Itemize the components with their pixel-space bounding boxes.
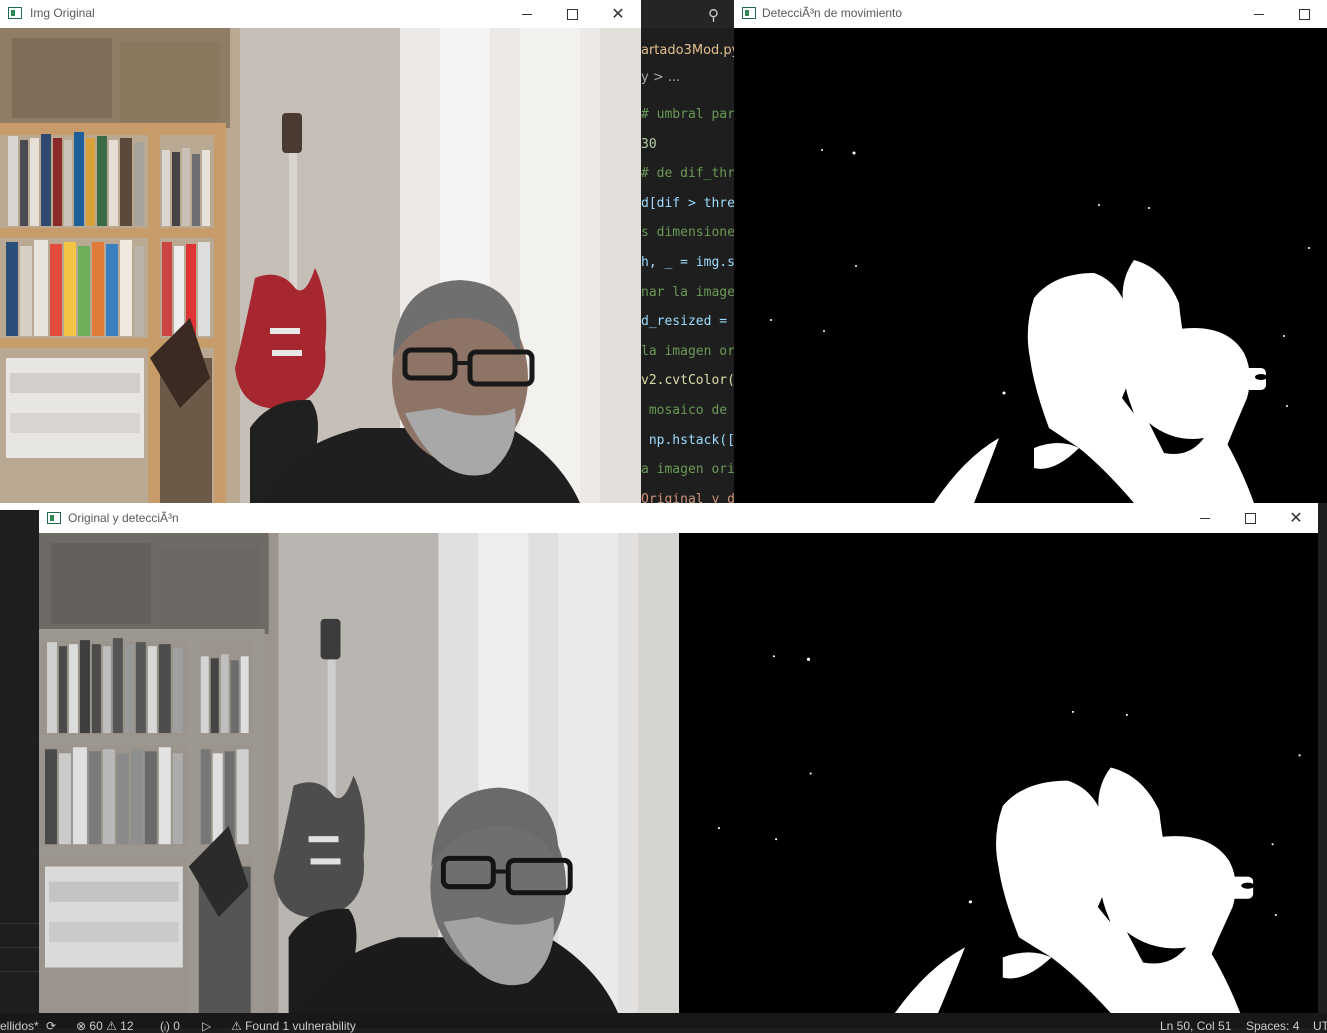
title-bar[interactable]: DetecciÃ³n de movimiento: [734, 0, 1327, 28]
status-bar: ellidos* ⟳ ⊗ 60 ⚠ 12 (ᵢ) 0 ▷ ⚠ Found 1 v…: [0, 1013, 1327, 1033]
minimize-button[interactable]: [1236, 0, 1282, 28]
code-line[interactable]: 30: [641, 137, 657, 152]
title-bar[interactable]: Img Original ✕: [0, 0, 641, 28]
camera-color-image: [0, 28, 641, 503]
grayscale-photo: [39, 533, 679, 1013]
side-by-side-view: [39, 533, 1318, 1013]
code-editor-panel: ⚲ artado3Mod.py y > ... # umbral par 30 # …: [641, 0, 734, 503]
status-problems[interactable]: ⊗ 60 ⚠ 12: [76, 1019, 134, 1033]
status-ports[interactable]: (ᵢ) 0: [160, 1019, 180, 1033]
maximize-button[interactable]: [1281, 0, 1327, 28]
code-line[interactable]: # de dif_thr: [641, 166, 734, 181]
window-original-and-detection[interactable]: Original y detecciÃ³n ✕: [39, 503, 1318, 1013]
play-icon[interactable]: ▷: [202, 1019, 211, 1033]
app-icon: [8, 7, 22, 19]
editor-right-panel: [1318, 503, 1327, 1013]
app-icon: [47, 512, 61, 524]
code-line[interactable]: np.hstack([: [641, 433, 734, 448]
window-title: Img Original: [30, 6, 95, 20]
title-bar[interactable]: Original y detecciÃ³n ✕: [39, 503, 1318, 533]
code-line[interactable]: s dimensione: [641, 225, 734, 240]
editor-side-panel: [0, 503, 39, 1013]
code-line[interactable]: Original y d: [641, 492, 734, 503]
close-button[interactable]: ✕: [595, 0, 641, 28]
app-icon: [742, 7, 756, 19]
code-line[interactable]: a imagen ori: [641, 462, 734, 477]
window-img-original[interactable]: Img Original ✕: [0, 0, 641, 510]
status-branch[interactable]: ellidos*: [0, 1019, 39, 1033]
editor-tab[interactable]: artado3Mod.py: [641, 36, 734, 66]
close-button[interactable]: ✕: [1273, 504, 1319, 532]
maximize-button[interactable]: [549, 0, 595, 28]
binary-mask: [679, 533, 1318, 1013]
code-line[interactable]: h, _ = img.s: [641, 255, 734, 270]
binary-mask: [734, 28, 1327, 503]
code-line[interactable]: v2.cvtColor(: [641, 373, 734, 388]
sync-icon[interactable]: ⟳: [46, 1019, 56, 1033]
code-line[interactable]: d_resized =: [641, 314, 734, 329]
status-encoding[interactable]: UT: [1313, 1019, 1327, 1033]
minimize-button[interactable]: [1182, 504, 1228, 532]
code-line[interactable]: mosaico de: [641, 403, 734, 418]
window-motion-detection[interactable]: DetecciÃ³n de movimiento: [734, 0, 1327, 503]
breadcrumb[interactable]: y > ...: [641, 70, 680, 85]
webcam-photo: [0, 28, 641, 503]
status-vulnerability[interactable]: ⚠ Found 1 vulnerability: [231, 1019, 356, 1033]
status-spaces[interactable]: Spaces: 4: [1246, 1019, 1299, 1033]
maximize-button[interactable]: [1227, 504, 1273, 532]
code-line[interactable]: d[dif > thre: [641, 196, 734, 211]
editor-top-bar: ⚲: [641, 0, 734, 28]
code-line[interactable]: nar la image: [641, 285, 734, 300]
minimize-button[interactable]: [504, 0, 550, 28]
code-line[interactable]: # umbral par: [641, 107, 734, 122]
window-title: DetecciÃ³n de movimiento: [762, 6, 903, 20]
code-line[interactable]: la imagen or: [641, 344, 734, 359]
search-icon[interactable]: ⚲: [708, 6, 719, 24]
motion-mask-image: [734, 28, 1327, 503]
status-position[interactable]: Ln 50, Col 51: [1160, 1019, 1231, 1033]
window-title: Original y detecciÃ³n: [68, 511, 179, 525]
